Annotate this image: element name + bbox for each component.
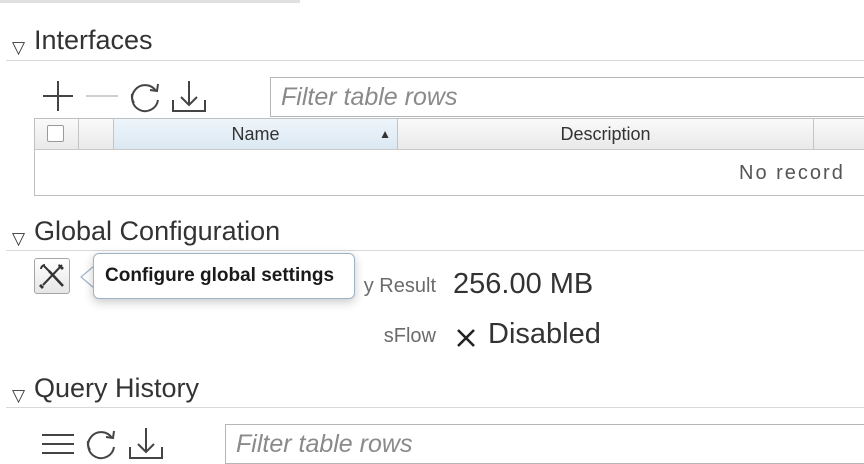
interfaces-table-header: Name ▲ Description: [35, 119, 864, 150]
field-value-sflow: Disabled: [488, 318, 601, 350]
top-cutoff-strip: [0, 0, 300, 3]
download-icon[interactable]: [170, 78, 208, 116]
query-history-divider: [6, 407, 864, 408]
field-label-sflow: sFlow: [383, 325, 436, 347]
query-history-filter-input[interactable]: [226, 425, 864, 463]
field-value-result: 256.00 MB: [453, 268, 594, 300]
extra-column-header[interactable]: [814, 119, 864, 149]
query-history-filter-field[interactable]: [225, 424, 864, 464]
download-icon[interactable]: [127, 425, 165, 463]
plus-icon[interactable]: [40, 78, 76, 114]
query-history-section-header[interactable]: ▽ Query History: [12, 372, 312, 405]
global-configuration-section-header[interactable]: ▽ Global Configuration: [12, 215, 352, 248]
select-all-column[interactable]: [35, 119, 79, 149]
name-column-label: Name: [231, 124, 280, 144]
interfaces-divider: [6, 60, 864, 61]
x-icon: [457, 329, 475, 347]
configure-settings-tooltip: Configure global settings: [93, 253, 355, 299]
empty-table-message: No record: [739, 162, 845, 184]
row-action-column: [79, 119, 114, 149]
minus-icon[interactable]: [84, 78, 120, 114]
sort-ascending-icon: ▲: [379, 127, 391, 141]
query-history-title: Query History: [34, 373, 200, 403]
refresh-icon[interactable]: [126, 78, 164, 116]
global-configuration-title: Global Configuration: [34, 216, 281, 246]
interfaces-filter-input[interactable]: [271, 78, 864, 116]
interfaces-filter-field[interactable]: [270, 77, 864, 117]
list-icon[interactable]: [40, 427, 76, 461]
select-all-checkbox[interactable]: [47, 125, 64, 142]
configure-settings-button[interactable]: [34, 258, 70, 294]
refresh-icon[interactable]: [82, 425, 120, 463]
description-column-label: Description: [560, 124, 651, 144]
interfaces-title: Interfaces: [34, 25, 153, 55]
interfaces-section-header[interactable]: ▽ Interfaces: [12, 24, 312, 57]
description-column-header[interactable]: Description: [398, 119, 814, 149]
tools-icon: [39, 264, 64, 289]
interfaces-table: Name ▲ Description No record: [34, 118, 864, 196]
global-configuration-divider: [6, 250, 864, 251]
name-column-header[interactable]: Name ▲: [114, 119, 398, 149]
